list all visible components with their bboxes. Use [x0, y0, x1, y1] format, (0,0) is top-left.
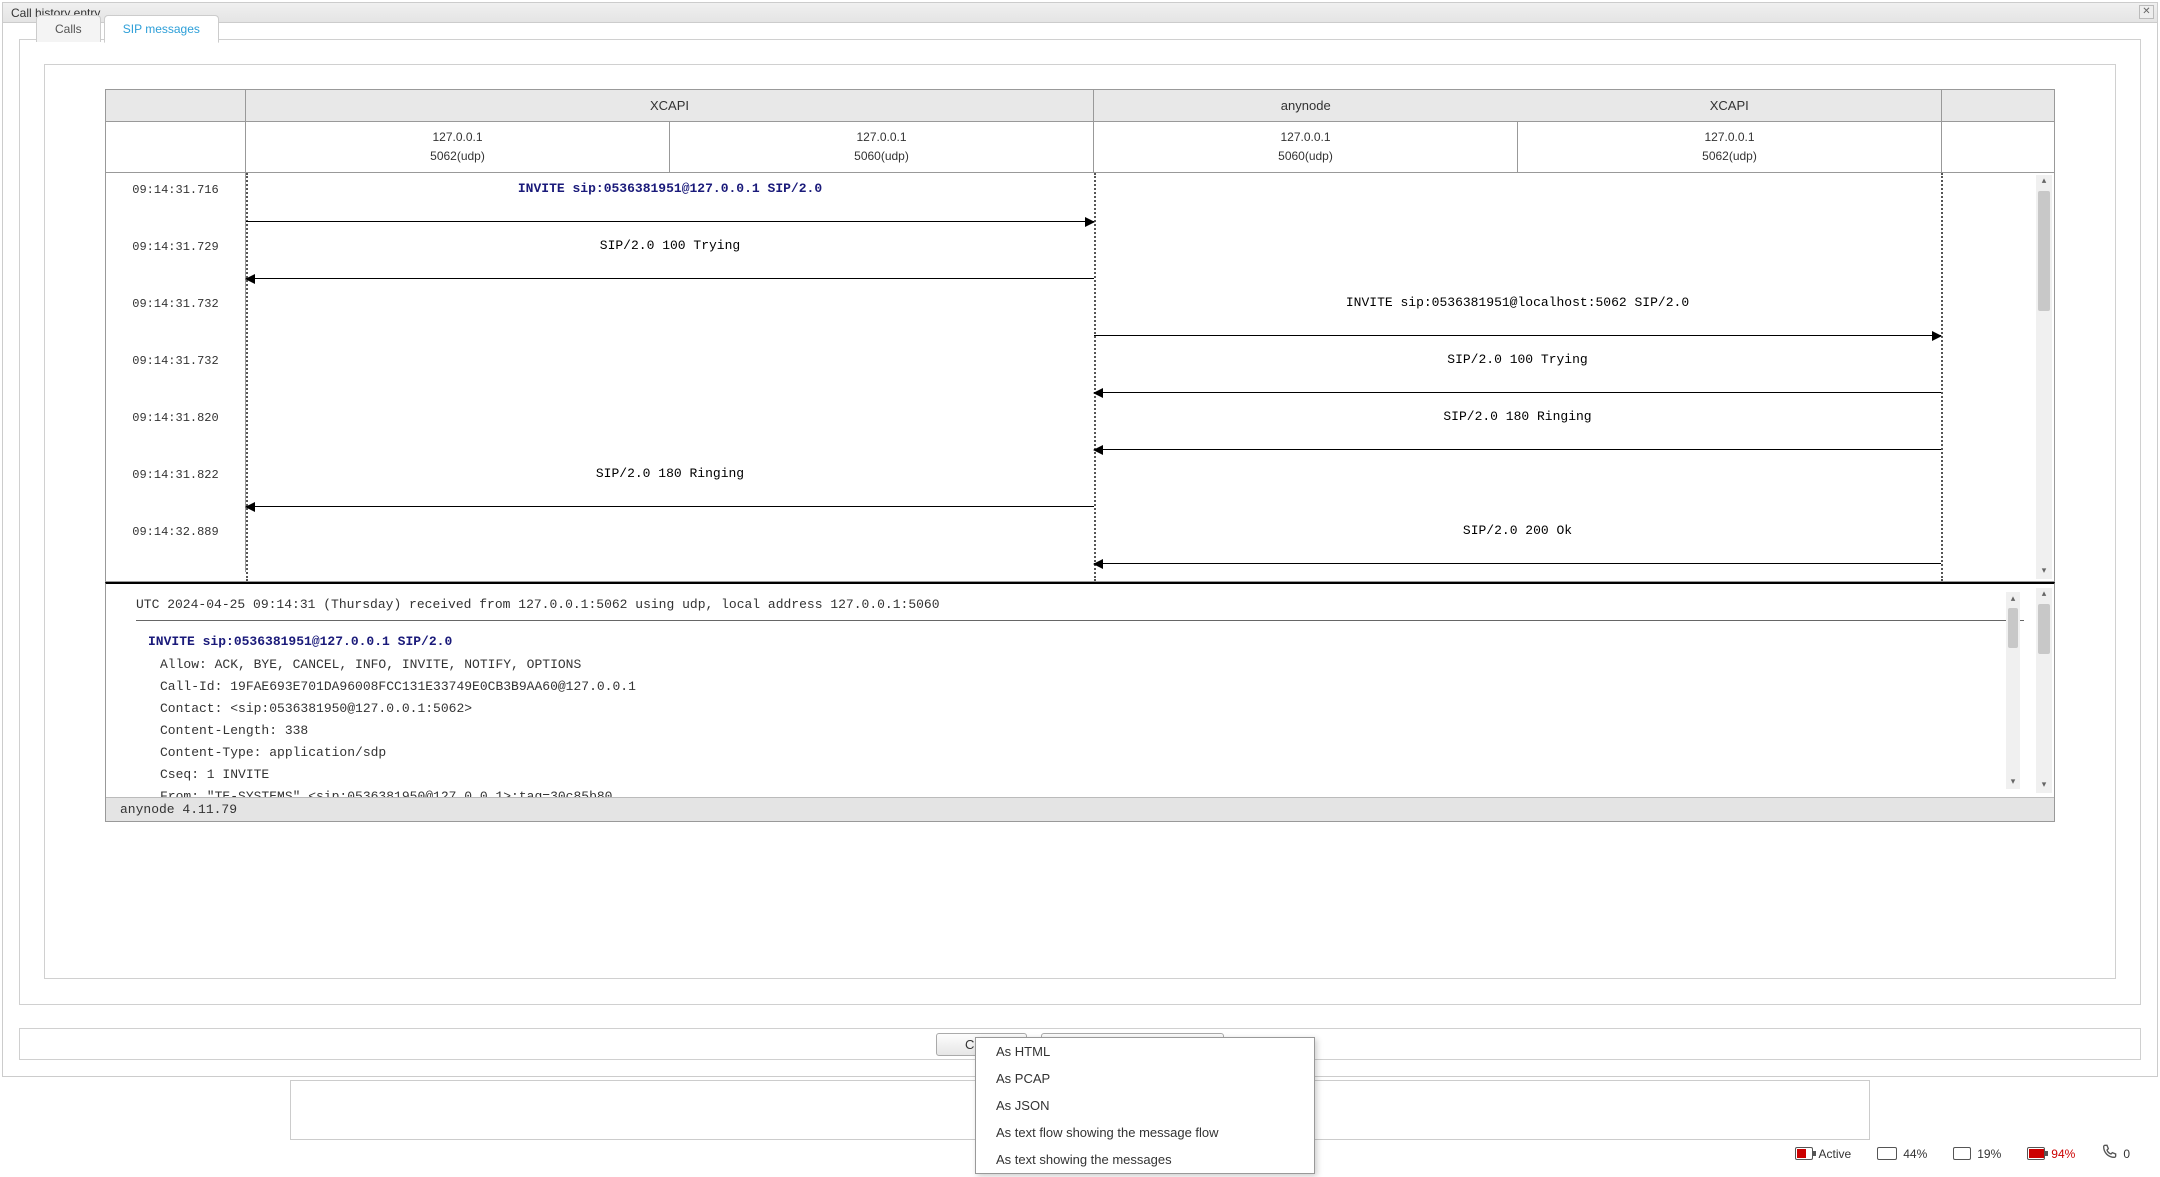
flow-scroll-header [1942, 90, 1978, 121]
detail-header-line: Content-Type: application/sdp [136, 742, 2024, 764]
flow-arrow: SIP/2.0 180 Ringing [1094, 401, 1941, 458]
dropdown-item-pcap[interactable]: As PCAP [976, 1065, 1314, 1092]
scroll-up-icon[interactable]: ▴ [2036, 588, 2052, 602]
content-pad: XCAPI anynodeXCAPI 127.0.0.1 5062(udp) [45, 65, 2115, 978]
arrow-left-icon [1094, 392, 1941, 393]
download-dropdown-menu: As HTML As PCAP As JSON As text flow sho… [975, 1037, 1315, 1174]
flow-message-row[interactable]: 09:14:31.729SIP/2.0 100 Trying [106, 230, 2054, 287]
flow-address-row: 127.0.0.1 5062(udp) 127.0.0.1 5060(udp) … [106, 122, 2054, 173]
detail-footer: anynode 4.11.79 [106, 797, 2054, 821]
flow-timestamp: 09:14:31.820 [106, 401, 246, 458]
sip-flow-diagram: XCAPI anynodeXCAPI 127.0.0.1 5062(udp) [105, 89, 2055, 582]
detail-request-line: INVITE sip:0536381951@127.0.0.1 SIP/2.0 [136, 631, 2024, 653]
arrow-left-icon [1094, 563, 1941, 564]
flow-timestamp: 09:14:31.732 [106, 344, 246, 401]
message-detail-panel: UTC 2024-04-25 09:14:31 (Thursday) recei… [105, 582, 2055, 822]
flow-message-label: SIP/2.0 100 Trying [1094, 344, 1941, 367]
flow-addr-3: 127.0.0.1 5062(udp) [1518, 122, 1942, 172]
flow-message-row[interactable]: 09:14:31.820 SIP/2.0 180 Ringing [106, 401, 2054, 458]
arrow-right-icon [1094, 335, 1941, 336]
scroll-up-icon[interactable]: ▴ [2006, 592, 2020, 606]
flow-message-row[interactable]: 09:14:31.732 INVITE sip:0536381951@localh… [106, 287, 2054, 344]
flow-arrow: INVITE sip:0536381951@localhost:5062 SIP… [1094, 287, 1941, 344]
flow-message-row[interactable]: 09:14:32.889 SIP/2.0 200 Ok [106, 515, 2054, 572]
arrow-left-icon [246, 506, 1094, 507]
cpu-icon [1953, 1147, 1971, 1160]
status-disk: 44% [1877, 1147, 1927, 1161]
flow-endpoint-row: XCAPI anynodeXCAPI [106, 90, 2054, 122]
flow-message-label: SIP/2.0 180 Ringing [1094, 401, 1941, 424]
flow-message-row[interactable]: 09:14:31.822SIP/2.0 180 Ringing [106, 458, 2054, 515]
dropdown-item-json[interactable]: As JSON [976, 1092, 1314, 1119]
battery-icon [1795, 1147, 1813, 1160]
phone-icon [2101, 1144, 2117, 1163]
flow-body[interactable]: 09:14:31.716INVITE sip:0536381951@127.0.… [106, 173, 2054, 581]
detail-inner-scrollbar[interactable]: ▴ ▾ [2006, 592, 2020, 789]
dropdown-item-textflow[interactable]: As text flow showing the message flow [976, 1119, 1314, 1146]
scroll-thumb[interactable] [2008, 608, 2018, 648]
flow-rows: 09:14:31.716INVITE sip:0536381951@127.0.… [106, 173, 2054, 572]
detail-header-line: Content-Length: 338 [136, 720, 2024, 742]
flow-addr-2: 127.0.0.1 5060(udp) [1094, 122, 1518, 172]
memory-icon [2027, 1147, 2045, 1160]
flow-message-label: SIP/2.0 180 Ringing [246, 458, 1094, 481]
detail-meta: UTC 2024-04-25 09:14:31 (Thursday) recei… [136, 594, 2024, 621]
tab-sip-messages[interactable]: SIP messages [104, 15, 219, 43]
disk-icon [1877, 1147, 1897, 1160]
detail-header-line: From: "TE-SYSTEMS" <sip:0536381950@127.0… [136, 786, 2024, 797]
arrow-right-icon [246, 221, 1094, 222]
flow-arrow: SIP/2.0 100 Trying [246, 230, 1094, 287]
flow-timestamp: 09:14:31.729 [106, 230, 246, 287]
flow-endpoint-right: anynodeXCAPI [1094, 90, 1942, 121]
flow-timestamp: 09:14:31.732 [106, 287, 246, 344]
status-cpu: 19% [1953, 1147, 2001, 1161]
close-icon[interactable]: ✕ [2139, 5, 2154, 19]
arrow-left-icon [246, 278, 1094, 279]
flow-message-label: INVITE sip:0536381951@127.0.0.1 SIP/2.0 [246, 173, 1094, 196]
detail-header-line: Cseq: 1 INVITE [136, 764, 2024, 786]
dropdown-item-html[interactable]: As HTML [976, 1038, 1314, 1065]
flow-arrow: SIP/2.0 100 Trying [1094, 344, 1941, 401]
status-calls: 0 [2101, 1144, 2130, 1163]
tab-calls[interactable]: Calls [36, 15, 101, 42]
flow-message-row[interactable]: 09:14:31.732 SIP/2.0 100 Trying [106, 344, 2054, 401]
status-mem: 94% [2027, 1147, 2075, 1161]
detail-header-line: Contact: <sip:0536381950@127.0.0.1:5062> [136, 698, 2024, 720]
scroll-down-icon[interactable]: ▾ [2036, 565, 2052, 579]
flow-endpoint-left: XCAPI [246, 90, 1094, 121]
flow-timestamp: 09:14:31.822 [106, 458, 246, 515]
flow-timestamp: 09:14:31.716 [106, 173, 246, 230]
flow-addr-1: 127.0.0.1 5060(udp) [670, 122, 1094, 172]
statusbar: Active 44% 19% 94% 0 [1795, 1144, 2130, 1163]
content-panel: XCAPI anynodeXCAPI 127.0.0.1 5062(udp) [44, 64, 2116, 979]
scroll-thumb[interactable] [2038, 191, 2050, 311]
scroll-up-icon[interactable]: ▴ [2036, 175, 2052, 189]
scroll-thumb[interactable] [2038, 604, 2050, 654]
dialog-window: Call history entry ✕ Calls SIP messages … [2, 2, 2158, 1077]
detail-body[interactable]: UTC 2024-04-25 09:14:31 (Thursday) recei… [106, 584, 2054, 797]
flow-arrow: SIP/2.0 180 Ringing [246, 458, 1094, 515]
dropdown-item-text[interactable]: As text showing the messages [976, 1146, 1314, 1173]
flow-addr-0: 127.0.0.1 5062(udp) [246, 122, 670, 172]
detail-headers: Allow: ACK, BYE, CANCEL, INFO, INVITE, N… [136, 654, 2024, 798]
detail-header-line: Allow: ACK, BYE, CANCEL, INFO, INVITE, N… [136, 654, 2024, 676]
flow-message-row[interactable]: 09:14:31.716INVITE sip:0536381951@127.0.… [106, 173, 2054, 230]
status-active: Active [1795, 1147, 1852, 1161]
flow-scrollbar[interactable]: ▴ ▾ [2036, 175, 2052, 579]
flow-message-label: SIP/2.0 100 Trying [246, 230, 1094, 253]
outer-panel: Calls SIP messages XCAPI anynodeXCAPI [19, 39, 2141, 1005]
flow-timestamp: 09:14:32.889 [106, 515, 246, 572]
arrow-left-icon [1094, 449, 1941, 450]
scroll-down-icon[interactable]: ▾ [2036, 779, 2052, 793]
detail-scrollbar[interactable]: ▴ ▾ [2036, 588, 2052, 793]
scroll-down-icon[interactable]: ▾ [2006, 775, 2020, 789]
flow-arrow: INVITE sip:0536381951@127.0.0.1 SIP/2.0 [246, 173, 1094, 230]
flow-message-label: SIP/2.0 200 Ok [1094, 515, 1941, 538]
titlebar: Call history entry ✕ [3, 3, 2157, 23]
flow-time-header [106, 90, 246, 121]
flow-arrow: SIP/2.0 200 Ok [1094, 515, 1941, 572]
flow-message-label: INVITE sip:0536381951@localhost:5062 SIP… [1094, 287, 1941, 310]
tab-bar: Calls SIP messages [36, 39, 219, 67]
detail-header-line: Call-Id: 19FAE693E701DA96008FCC131E33749… [136, 676, 2024, 698]
